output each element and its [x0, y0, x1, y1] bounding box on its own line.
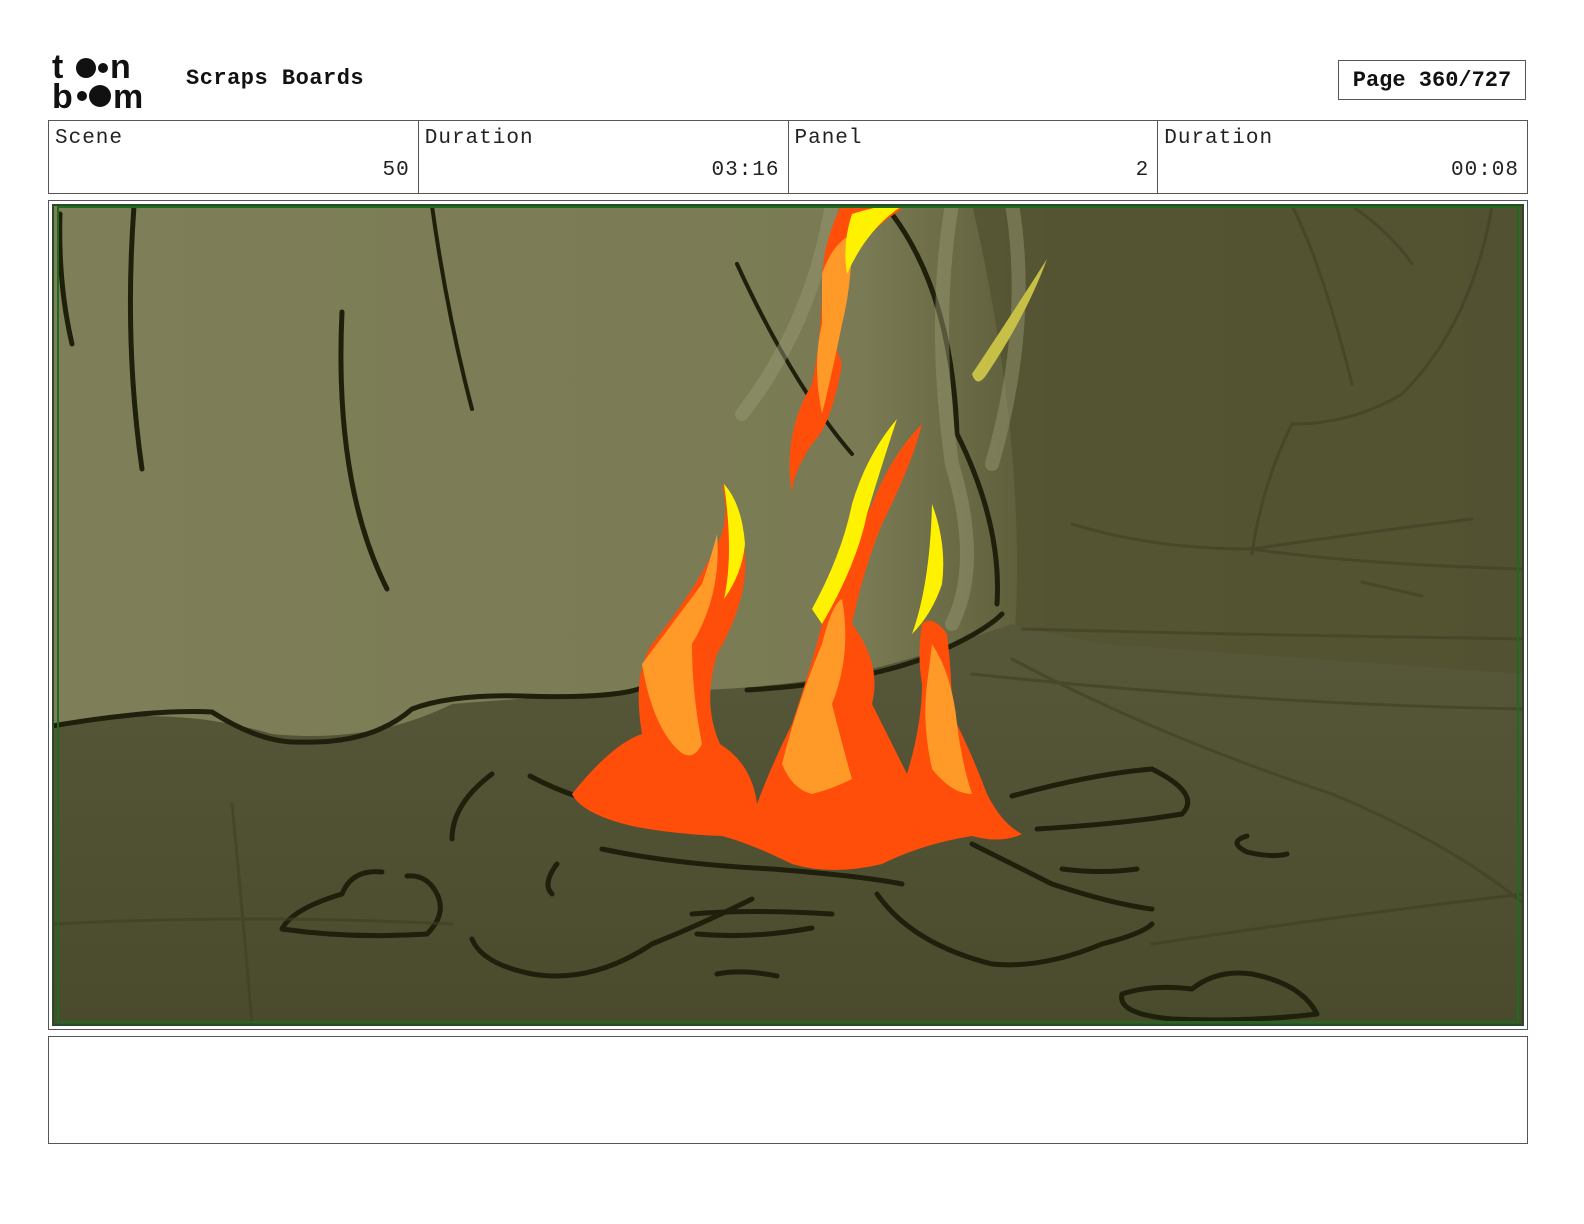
- svg-text:m: m: [113, 78, 143, 112]
- panel-duration-label: Duration: [1164, 127, 1274, 150]
- toonboom-logo-icon: t n b m: [52, 50, 143, 112]
- panel-duration-value: 00:08: [1450, 159, 1519, 182]
- scene-value: 50: [382, 159, 410, 182]
- panel-notes-box[interactable]: [48, 1036, 1528, 1144]
- scene-cell: Scene 50: [49, 121, 419, 193]
- panel-info-table: Scene 50 Duration 03:16 Panel 2 Duration…: [48, 120, 1528, 194]
- svg-text:b: b: [52, 78, 73, 112]
- campfire-scene-artwork: [52, 204, 1524, 1026]
- scene-label: Scene: [55, 127, 124, 150]
- panel-duration-cell: Duration 00:08: [1158, 121, 1527, 193]
- app-title: Scraps Boards: [186, 66, 365, 91]
- panel-label: Panel: [794, 127, 863, 150]
- scene-duration-value: 03:16: [711, 159, 780, 182]
- panel-cell: Panel 2: [789, 121, 1159, 193]
- scene-duration-cell: Duration 03:16: [419, 121, 789, 193]
- page-indicator: Page 360/727: [1338, 60, 1526, 100]
- panel-value: 2: [1135, 159, 1150, 182]
- scene-duration-label: Duration: [424, 127, 534, 150]
